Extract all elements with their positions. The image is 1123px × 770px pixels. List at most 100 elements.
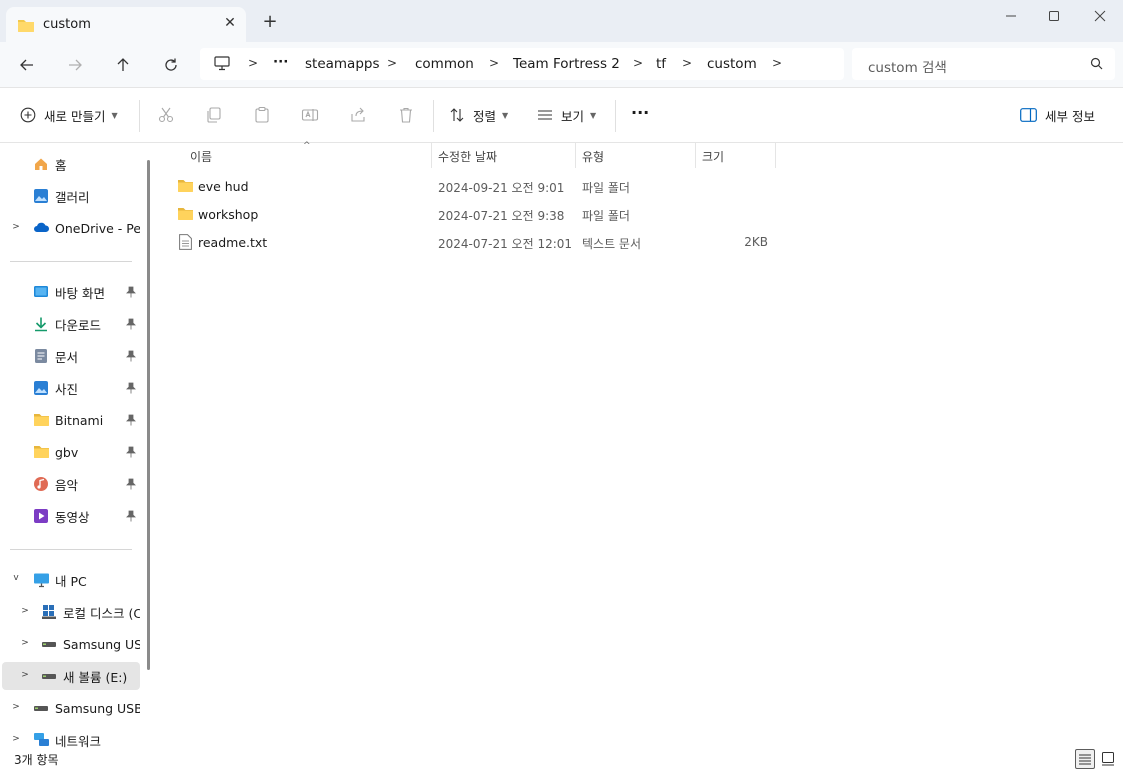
view-button[interactable]: 보기 ▼ (537, 104, 596, 126)
sidebar-item-label: gbv (55, 444, 79, 460)
rename-icon[interactable] (301, 106, 321, 126)
folder-icon (33, 412, 49, 428)
details-pane-label: 세부 정보 (1045, 108, 1095, 124)
breadcrumb-custom[interactable]: custom (707, 56, 757, 72)
sidebar-item-documents[interactable]: 문서 (2, 342, 140, 370)
tiles-view-button[interactable] (1099, 749, 1119, 769)
sidebar-item-label: 바탕 화면 (55, 285, 105, 301)
file-type: 파일 폴더 (582, 209, 630, 223)
sidebar-item-videos[interactable]: 동영상 (2, 502, 140, 530)
file-row[interactable]: eve hud 2024-09-21 오전 9:01 파일 폴더 (172, 172, 932, 200)
details-view-button[interactable] (1075, 749, 1095, 769)
divider (433, 100, 434, 132)
close-window-button[interactable] (1077, 4, 1123, 28)
chevron-right-icon[interactable]: > (772, 56, 782, 70)
breadcrumb-tf[interactable]: tf (656, 56, 666, 72)
divider (10, 549, 132, 550)
chevron-right-icon[interactable]: > (10, 734, 22, 744)
sidebar-item-network[interactable]: > 네트워크 (2, 726, 140, 748)
file-date: 2024-07-21 오전 12:01 (438, 237, 573, 251)
sidebar-item-label: 내 PC (55, 573, 87, 589)
divider (139, 100, 140, 132)
video-icon (33, 508, 49, 524)
sort-ascending-icon: ^ (303, 141, 311, 151)
more-options-button[interactable]: ··· (631, 101, 649, 123)
sidebar-item-label: 로컬 디스크 (C (63, 605, 140, 621)
chevron-right-icon[interactable]: > (10, 702, 22, 712)
computer-icon[interactable] (214, 56, 230, 74)
sidebar-item-samsung-usb-2[interactable]: > Samsung USB ( (2, 694, 140, 722)
network-icon (33, 732, 49, 748)
cut-icon[interactable] (157, 106, 177, 126)
column-divider[interactable] (775, 143, 776, 168)
chevron-right-icon[interactable]: > (19, 670, 31, 680)
command-bar: 새로 만들기 ▼ 정렬 ▼ 보기 ▼ ··· 세부 정보 (0, 88, 1123, 143)
maximize-button[interactable] (1031, 4, 1077, 28)
up-button[interactable] (109, 52, 137, 78)
sidebar-item-music[interactable]: 음악 (2, 470, 140, 498)
new-button[interactable]: 새로 만들기 ▼ (20, 104, 118, 126)
chevron-right-icon[interactable]: > (633, 56, 643, 70)
tab-custom[interactable]: custom ✕ (6, 7, 246, 43)
new-tab-button[interactable]: + (260, 12, 280, 32)
chevron-right-icon[interactable]: > (19, 606, 31, 616)
chevron-right-icon[interactable]: > (387, 56, 397, 70)
sidebar-scrollbar[interactable] (147, 160, 150, 670)
column-header-size[interactable]: 크기 (696, 143, 775, 168)
pin-icon (126, 286, 136, 301)
breadcrumb-team-fortress-2[interactable]: Team Fortress 2 (513, 56, 620, 72)
search-box[interactable]: custom 검색 (852, 48, 1115, 80)
pictures-icon (33, 380, 49, 396)
pin-icon (126, 382, 136, 397)
sidebar-item-local-disk[interactable]: > 로컬 디스크 (C (2, 598, 140, 626)
chevron-right-icon[interactable]: > (248, 56, 258, 70)
file-row[interactable]: readme.txt 2024-07-21 오전 12:01 텍스트 문서 2K… (172, 228, 932, 256)
close-tab-icon[interactable]: ✕ (220, 15, 240, 35)
breadcrumb-common[interactable]: common (415, 56, 474, 72)
sidebar-item-gallery[interactable]: 갤러리 (2, 182, 140, 210)
column-header-type[interactable]: 유형 (576, 143, 695, 168)
copy-icon[interactable] (205, 106, 225, 126)
address-bar[interactable]: > ··· steamapps > common > Team Fortress… (200, 48, 844, 80)
sidebar-item-label: 사진 (55, 381, 79, 397)
chevron-down-icon[interactable]: v (10, 573, 22, 583)
minimize-button[interactable] (988, 4, 1034, 28)
forward-button[interactable] (61, 52, 89, 78)
back-button[interactable] (13, 52, 41, 78)
sidebar-item-home[interactable]: 홈 (2, 150, 140, 178)
sidebar-item-pictures[interactable]: 사진 (2, 374, 140, 402)
sort-button[interactable]: 정렬 ▼ (449, 104, 508, 126)
windows-drive-icon (41, 604, 57, 620)
sidebar-item-samsung-usb-1[interactable]: > Samsung USB (2, 630, 140, 658)
breadcrumb-steamapps[interactable]: steamapps (305, 56, 380, 72)
details-view-icon (1079, 754, 1091, 765)
file-row[interactable]: workshop 2024-07-21 오전 9:38 파일 폴더 (172, 200, 932, 228)
share-icon[interactable] (349, 106, 369, 126)
search-input[interactable]: custom 검색 (868, 56, 947, 76)
sidebar-item-this-pc[interactable]: v 내 PC (2, 566, 140, 594)
chevron-right-icon[interactable]: > (10, 222, 22, 232)
sidebar-item-desktop[interactable]: 바탕 화면 (2, 278, 140, 306)
delete-icon[interactable] (397, 106, 417, 126)
sidebar-item-onedrive[interactable]: > OneDrive - Pers (2, 214, 140, 242)
chevron-right-icon[interactable]: > (682, 56, 692, 70)
sidebar-item-bitnami[interactable]: Bitnami (2, 406, 140, 434)
chevron-right-icon[interactable]: > (489, 56, 499, 70)
arrow-left-icon (20, 59, 33, 71)
folder-icon (33, 444, 49, 460)
details-pane-button[interactable]: 세부 정보 (1020, 104, 1095, 126)
breadcrumb-overflow[interactable]: ··· (273, 54, 288, 70)
paste-icon[interactable] (253, 106, 273, 126)
sidebar-item-downloads[interactable]: 다운로드 (2, 310, 140, 338)
navigation-pane: 홈 갤러리 > OneDrive - Pers 바탕 화면 다운로드 문서 (0, 143, 155, 748)
chevron-down-icon: ▼ (111, 110, 118, 120)
sidebar-item-new-volume[interactable]: > 새 볼륨 (E:) (2, 662, 140, 690)
chevron-right-icon[interactable]: > (19, 638, 31, 648)
pin-icon (126, 510, 136, 525)
column-header-modified[interactable]: 수정한 날짜 (432, 143, 575, 168)
chevron-down-icon: ▼ (590, 110, 597, 120)
refresh-button[interactable] (157, 52, 185, 78)
sidebar-item-label: Bitnami (55, 412, 104, 428)
column-header-name[interactable]: 이름 ^ (156, 141, 431, 168)
sidebar-item-gbv[interactable]: gbv (2, 438, 140, 466)
